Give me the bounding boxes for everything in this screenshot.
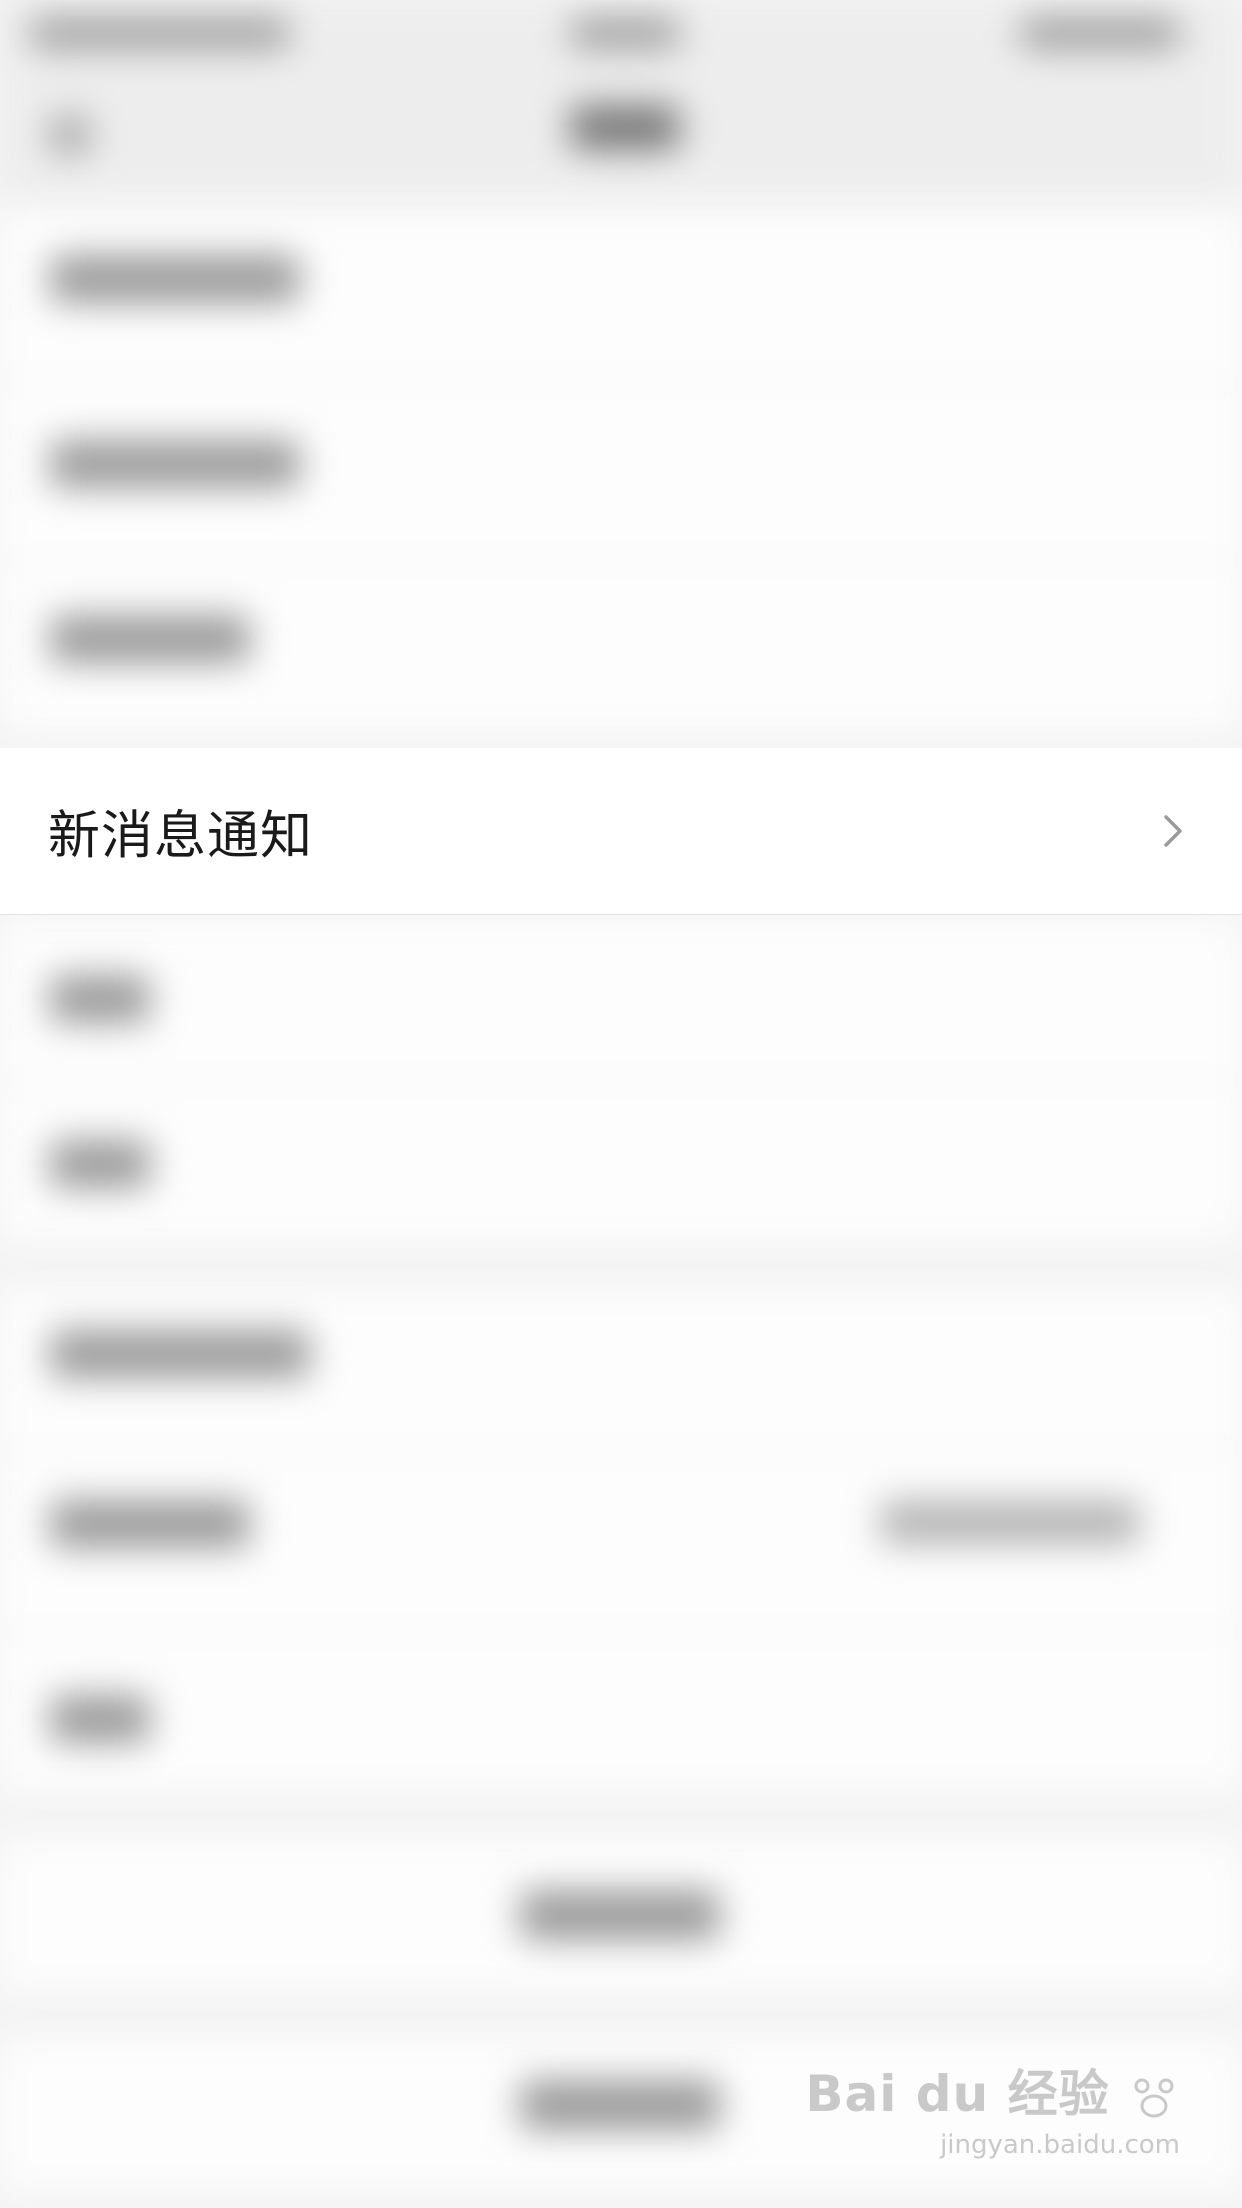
watermark-url: jingyan.baidu.com xyxy=(940,2130,1180,2160)
paw-icon xyxy=(1134,2078,1174,2117)
new-message-notification-row[interactable]: 新消息通知 xyxy=(0,748,1242,915)
row-label: 新消息通知 xyxy=(48,806,314,867)
watermark-logo-text: Bai du 经验 xyxy=(805,2065,1110,2123)
blurred-background xyxy=(0,0,1242,2208)
baidu-jingyan-watermark: Bai du 经验 jingyan.baidu.com xyxy=(805,2054,1180,2160)
chevron-right-icon xyxy=(1164,815,1182,847)
